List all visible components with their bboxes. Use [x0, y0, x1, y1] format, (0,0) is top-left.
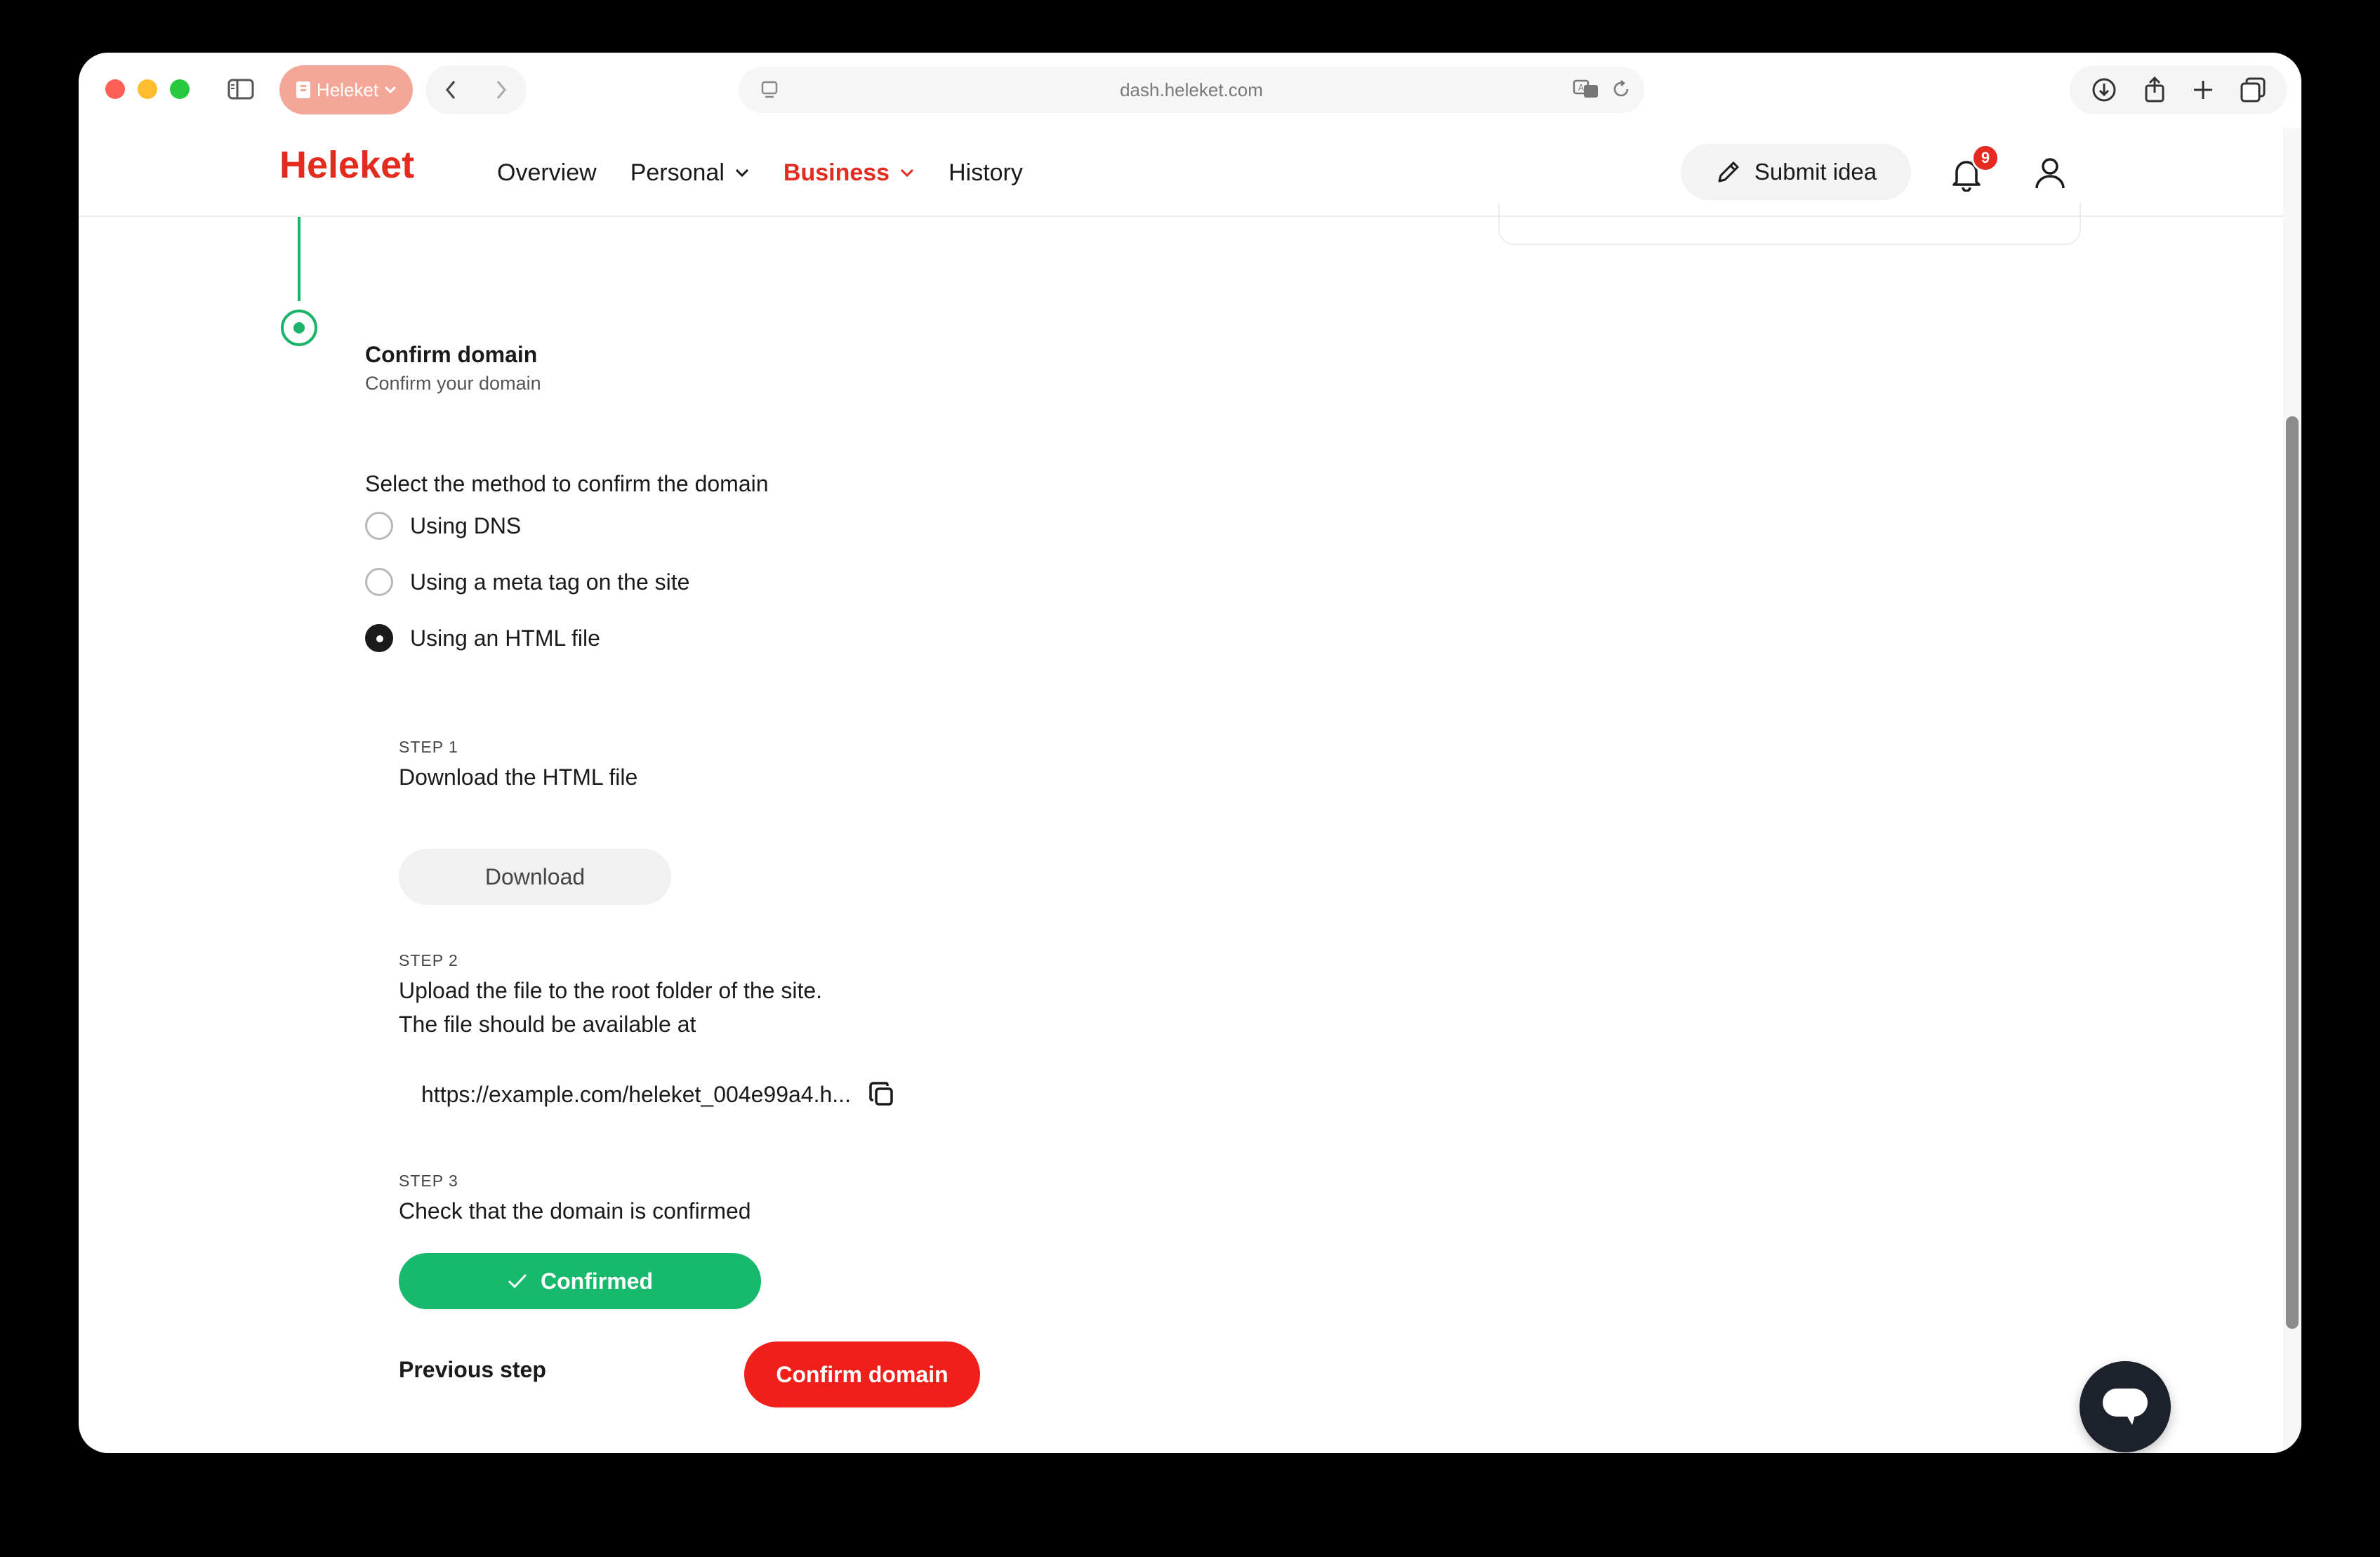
- chevron-down-icon: [735, 168, 748, 178]
- chevron-down-icon: [385, 86, 397, 94]
- sidebar-icon: [227, 79, 254, 100]
- method-option-html-file[interactable]: Using an HTML file: [365, 624, 600, 652]
- browser-toolbar: Heleket dash.heleket.com A: [79, 53, 2301, 128]
- page-scrollbar-track[interactable]: [2283, 128, 2301, 1453]
- translate-icon[interactable]: A: [1573, 78, 1601, 100]
- step-3-tag: STEP 3: [399, 1172, 458, 1190]
- page-content: Confirm domain Confirm your domain Selec…: [79, 203, 2301, 1453]
- zoom-window-button[interactable]: [170, 79, 190, 99]
- step-2-title: Upload the file to the root folder of th…: [399, 978, 823, 1003]
- url-text: dash.heleket.com: [1120, 79, 1263, 100]
- main-nav: Overview Personal Business History: [497, 128, 1023, 217]
- page-scrollbar-thumb[interactable]: [2286, 416, 2299, 1329]
- tab-favicon-icon: [296, 81, 310, 98]
- pencil-icon: [1718, 161, 1739, 183]
- step-2-tag: STEP 2: [399, 951, 458, 969]
- chevron-left-icon: [446, 81, 456, 99]
- step-3-title: Check that the domain is confirmed: [399, 1198, 751, 1224]
- nav-personal-label: Personal: [630, 159, 725, 186]
- download-button[interactable]: Download: [399, 849, 671, 905]
- close-window-button[interactable]: [105, 79, 125, 99]
- method-option-meta-tag[interactable]: Using a meta tag on the site: [365, 568, 689, 596]
- method-option-label: Using DNS: [410, 512, 522, 538]
- nav-personal[interactable]: Personal: [630, 159, 750, 187]
- nav-history[interactable]: History: [948, 159, 1023, 187]
- radio-unchecked-icon[interactable]: [365, 568, 393, 596]
- nav-history-label: History: [948, 159, 1023, 186]
- nav-overview[interactable]: Overview: [497, 159, 597, 187]
- chevron-down-icon: [901, 168, 914, 178]
- minimize-window-button[interactable]: [138, 79, 157, 99]
- chevron-right-icon: [496, 81, 506, 99]
- history-nav-buttons: [425, 65, 527, 114]
- confirm-domain-button[interactable]: Confirm domain: [744, 1341, 980, 1407]
- step-title: Confirm domain: [365, 342, 538, 367]
- step-1-tag: STEP 1: [399, 738, 458, 756]
- method-option-label: Using an HTML file: [410, 625, 600, 651]
- previous-step-button[interactable]: Previous step: [399, 1341, 546, 1398]
- notification-count-badge: 9: [1971, 144, 1999, 172]
- reload-icon[interactable]: [1611, 79, 1632, 100]
- step-1-title: Download the HTML file: [399, 764, 638, 790]
- timeline-current-step-icon: [281, 310, 317, 346]
- summary-card: [1498, 203, 2081, 245]
- tab-overview-icon[interactable]: [2240, 77, 2266, 103]
- step-subtitle: Confirm your domain: [365, 373, 541, 394]
- nav-overview-label: Overview: [497, 159, 597, 186]
- browser-actions: [2070, 65, 2287, 114]
- address-bar[interactable]: dash.heleket.com A: [739, 67, 1644, 113]
- new-tab-icon[interactable]: [2192, 79, 2214, 101]
- downloads-icon[interactable]: [2091, 77, 2117, 103]
- copy-icon[interactable]: [868, 1080, 896, 1108]
- method-option-dns[interactable]: Using DNS: [365, 512, 521, 540]
- nav-business[interactable]: Business: [784, 159, 915, 187]
- file-url: https://example.com/heleket_004e99a4.h..…: [421, 1081, 851, 1107]
- heleket-logo[interactable]: Heleket: [279, 144, 448, 186]
- submit-idea-label: Submit idea: [1754, 159, 1877, 185]
- step-2-text: The file should be available at: [399, 1012, 696, 1037]
- forward-button[interactable]: [476, 65, 527, 114]
- chat-bubble-icon: [2103, 1389, 2148, 1425]
- checkmark-icon: [508, 1273, 527, 1289]
- nav-business-label: Business: [783, 159, 890, 186]
- method-select-label: Select the method to confirm the domain: [365, 471, 769, 496]
- user-icon: [2035, 158, 2065, 189]
- back-button[interactable]: [425, 65, 476, 114]
- timeline-connector: [298, 217, 300, 301]
- page-menu-icon: [761, 81, 778, 98]
- submit-idea-button[interactable]: Submit idea: [1681, 144, 1911, 200]
- chat-support-button[interactable]: [2080, 1361, 2171, 1452]
- share-icon[interactable]: [2143, 76, 2167, 104]
- logo-text: Heleket: [279, 144, 414, 186]
- method-option-label: Using a meta tag on the site: [410, 569, 690, 595]
- radio-checked-icon[interactable]: [365, 624, 393, 652]
- file-url-row: https://example.com/heleket_004e99a4.h..…: [421, 1080, 896, 1108]
- browser-window: Heleket dash.heleket.com A Heleket Overv…: [79, 53, 2301, 1453]
- sidebar-toggle-button[interactable]: [218, 68, 264, 110]
- confirmed-status-button[interactable]: Confirmed: [399, 1253, 761, 1309]
- confirmed-label: Confirmed: [541, 1268, 653, 1294]
- tab-group-label: Heleket: [316, 79, 379, 100]
- user-profile-button[interactable]: [2030, 154, 2070, 193]
- tab-group-heleket[interactable]: Heleket: [279, 65, 413, 114]
- radio-unchecked-icon[interactable]: [365, 512, 393, 540]
- svg-text:A: A: [1578, 83, 1585, 93]
